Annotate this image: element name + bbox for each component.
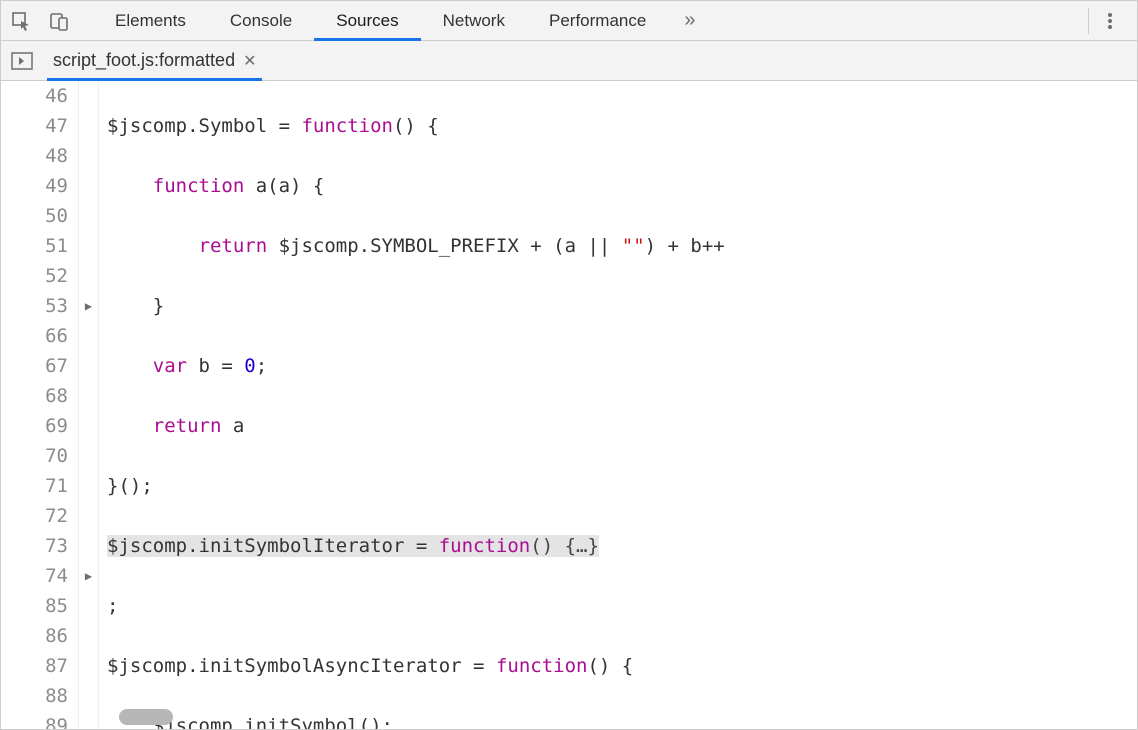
line-number[interactable]: 72 [1, 501, 68, 531]
line-number[interactable]: 69 [1, 411, 68, 441]
tab-sources[interactable]: Sources [314, 1, 420, 41]
horizontal-scrollbar[interactable] [119, 709, 173, 725]
line-number[interactable]: 51 [1, 231, 68, 261]
tab-console[interactable]: Console [208, 1, 314, 41]
line-number[interactable]: 86 [1, 621, 68, 651]
line-number[interactable]: 71 [1, 471, 68, 501]
line-number[interactable]: 89 [1, 711, 68, 729]
file-tab-bar: script_foot.js:formatted ✕ [1, 41, 1137, 81]
line-number[interactable]: 46 [1, 81, 68, 111]
device-toggle-icon[interactable] [49, 11, 69, 31]
line-number[interactable]: 48 [1, 141, 68, 171]
tab-performance[interactable]: Performance [527, 1, 668, 41]
line-gutter: 46 47 48 49 50 51 52 53 66 67 68 69 70 7… [1, 81, 79, 729]
close-icon[interactable]: ✕ [243, 51, 256, 71]
file-tab-label: script_foot.js:formatted [53, 50, 235, 71]
tabs-overflow-icon[interactable]: » [668, 9, 711, 32]
line-number[interactable]: 67 [1, 351, 68, 381]
line-number[interactable]: 53 [1, 291, 68, 321]
line-number[interactable]: 70 [1, 441, 68, 471]
fold-toggle-icon[interactable]: ▶ [79, 291, 98, 321]
devtools-toolbar: Elements Console Sources Network Perform… [1, 1, 1137, 41]
tab-network[interactable]: Network [421, 1, 527, 41]
line-number[interactable]: 47 [1, 111, 68, 141]
line-number[interactable]: 66 [1, 321, 68, 351]
line-number[interactable]: 73 [1, 531, 68, 561]
line-number[interactable]: 74 [1, 561, 68, 591]
line-number[interactable]: 88 [1, 681, 68, 711]
inspect-icon[interactable] [11, 11, 31, 31]
toolbar-left-icons [11, 11, 93, 31]
file-navigator-icon[interactable] [11, 52, 33, 70]
line-number[interactable]: 85 [1, 591, 68, 621]
tab-elements[interactable]: Elements [93, 1, 208, 41]
line-number[interactable]: 49 [1, 171, 68, 201]
fold-gutter: ▶ ▶ [79, 81, 99, 729]
toolbar-separator [1088, 8, 1089, 34]
source-editor: 46 47 48 49 50 51 52 53 66 67 68 69 70 7… [1, 81, 1137, 729]
file-tab[interactable]: script_foot.js:formatted ✕ [47, 41, 262, 81]
panel-tabs: Elements Console Sources Network Perform… [93, 1, 1084, 41]
fold-toggle-icon[interactable]: ▶ [79, 561, 98, 591]
line-number[interactable]: 87 [1, 651, 68, 681]
line-number[interactable]: 52 [1, 261, 68, 291]
settings-menu-icon[interactable] [1093, 1, 1127, 41]
code-area[interactable]: $jscomp.Symbol = function() { function a… [99, 81, 1137, 729]
line-number[interactable]: 50 [1, 201, 68, 231]
line-number[interactable]: 68 [1, 381, 68, 411]
